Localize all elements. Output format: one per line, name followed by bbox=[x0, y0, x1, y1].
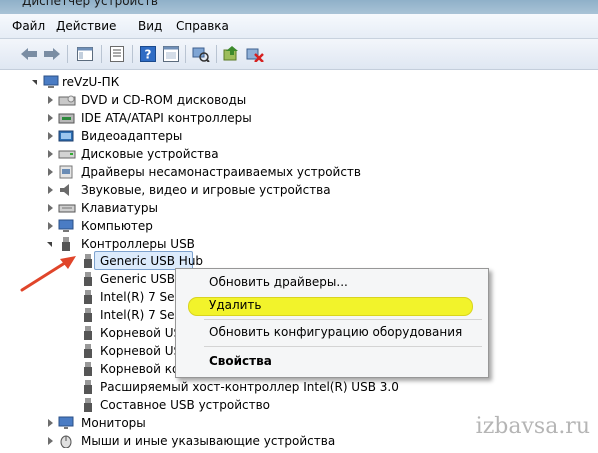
usb-device-label: Расширяемый хост-контроллер Intel(R) USB… bbox=[100, 380, 399, 394]
usb-device[interactable]: Intel(R) 7 Serie bbox=[78, 306, 190, 324]
usb-plug-icon bbox=[60, 237, 76, 251]
uninstall-icon[interactable] bbox=[244, 43, 266, 65]
menu-help[interactable]: Справка bbox=[176, 19, 229, 33]
tree-root-label: reVzU-ПК bbox=[62, 75, 120, 89]
expand-arrow-icon[interactable] bbox=[48, 204, 53, 212]
ctx-update-drivers[interactable]: Обновить драйверы... bbox=[209, 275, 348, 289]
toolbar-separator bbox=[216, 45, 217, 63]
update-driver-icon[interactable] bbox=[221, 43, 243, 65]
tree-item-label: Драйверы несамонастраиваемых устройств bbox=[81, 165, 361, 179]
nonpnp-driver-icon bbox=[58, 165, 74, 179]
computer-icon bbox=[43, 75, 59, 89]
usb-plug-icon bbox=[82, 398, 98, 412]
toolbar-separator bbox=[67, 45, 68, 63]
usb-plug-icon bbox=[82, 308, 98, 322]
tree-item-mice[interactable]: Мыши и иные указывающие устройства bbox=[46, 432, 346, 450]
usb-plug-icon bbox=[82, 380, 98, 394]
device-tree: reVzU-ПК DVD и CD-ROM дисководы IDE ATA/… bbox=[0, 70, 598, 450]
properties-icon[interactable] bbox=[106, 43, 128, 65]
usb-plug-icon bbox=[82, 362, 98, 376]
toolbar-separator bbox=[132, 45, 133, 63]
svg-text:?: ? bbox=[145, 48, 152, 62]
usb-device[interactable]: Generic USB H bbox=[78, 270, 188, 288]
expand-arrow-icon[interactable] bbox=[48, 132, 53, 140]
expand-arrow-icon[interactable] bbox=[48, 168, 53, 176]
usb-plug-icon bbox=[82, 272, 98, 286]
expand-arrow-icon[interactable] bbox=[48, 186, 53, 194]
ctx-delete[interactable]: Удалить bbox=[209, 298, 262, 312]
tree-item-label: Мониторы bbox=[81, 416, 146, 430]
usb-plug-icon bbox=[82, 254, 98, 268]
collapse-arrow-icon[interactable] bbox=[47, 242, 52, 247]
usb-device[interactable]: Расширяемый хост-контроллер Intel(R) USB… bbox=[78, 378, 399, 396]
annotation-arrow-icon bbox=[20, 256, 76, 292]
toolbar-separator bbox=[185, 45, 186, 63]
tree-root[interactable]: reVzU-ПК bbox=[30, 73, 230, 91]
expand-arrow-icon[interactable] bbox=[48, 419, 53, 427]
expand-arrow-icon[interactable] bbox=[48, 96, 53, 104]
tree-item-computer[interactable]: Компьютер bbox=[46, 217, 306, 235]
menu-view[interactable]: Вид bbox=[138, 19, 162, 33]
expand-arrow-icon[interactable] bbox=[48, 114, 53, 122]
tree-item-keyboard[interactable]: Клавиатуры bbox=[46, 199, 306, 217]
window-title-bar: Диспетчер устройств bbox=[0, 0, 598, 14]
console-tree-icon[interactable] bbox=[74, 43, 96, 65]
tree-item-video[interactable]: Видеоадаптеры bbox=[46, 127, 306, 145]
mouse-icon bbox=[58, 434, 74, 449]
menu-bar: Файл Действие Вид Справка bbox=[0, 14, 598, 39]
ctx-update-config[interactable]: Обновить конфигурацию оборудования bbox=[209, 325, 462, 339]
ctx-properties[interactable]: Свойства bbox=[209, 354, 272, 368]
monitor-icon bbox=[58, 416, 74, 430]
tree-item-label: Дисковые устройства bbox=[81, 147, 219, 161]
usb-device[interactable]: Составное USB устройство bbox=[78, 396, 278, 414]
tree-item-ide[interactable]: IDE ATA/ATAPI контроллеры bbox=[46, 109, 306, 127]
context-menu: Обновить драйверы... Удалить Обновить ко… bbox=[175, 268, 489, 378]
collapse-arrow-icon[interactable] bbox=[32, 80, 37, 85]
menu-file[interactable]: Файл bbox=[12, 19, 45, 33]
toolbar: ? bbox=[0, 39, 598, 70]
toolbar-separator bbox=[101, 45, 102, 63]
video-adapter-icon bbox=[58, 129, 74, 143]
usb-plug-icon bbox=[82, 326, 98, 340]
dvd-drive-icon bbox=[58, 93, 76, 107]
tree-item-label: Компьютер bbox=[81, 219, 153, 233]
menu-action[interactable]: Действие bbox=[56, 19, 116, 33]
watermark: izbavsa.ru bbox=[475, 414, 590, 439]
computer-icon bbox=[58, 219, 74, 233]
tree-item-label: DVD и CD-ROM дисководы bbox=[81, 93, 247, 107]
help-icon[interactable]: ? bbox=[137, 43, 159, 65]
usb-plug-icon bbox=[82, 344, 98, 358]
tree-item-disk[interactable]: Дисковые устройства bbox=[46, 145, 306, 163]
tree-item-label: Видеоадаптеры bbox=[81, 129, 183, 143]
back-arrow-icon[interactable] bbox=[18, 43, 40, 65]
window-title: Диспетчер устройств bbox=[22, 0, 159, 8]
speaker-icon bbox=[58, 183, 74, 197]
tree-item-label: IDE ATA/ATAPI контроллеры bbox=[81, 111, 252, 125]
forward-arrow-icon[interactable] bbox=[41, 43, 63, 65]
disk-drive-icon bbox=[58, 147, 76, 161]
usb-device[interactable]: Корневой кон bbox=[78, 360, 187, 378]
tree-item-label: Мыши и иные указывающие устройства bbox=[81, 434, 336, 448]
show-hide-icon[interactable] bbox=[160, 43, 182, 65]
keyboard-icon bbox=[58, 201, 76, 215]
expand-arrow-icon[interactable] bbox=[48, 150, 53, 158]
tree-item-label: Клавиатуры bbox=[81, 201, 158, 215]
usb-device[interactable]: Intel(R) 7 Serie bbox=[78, 288, 190, 306]
tree-item-nonpnp[interactable]: Драйверы несамонастраиваемых устройств bbox=[46, 163, 361, 181]
usb-plug-icon bbox=[82, 290, 98, 304]
tree-item-sound[interactable]: Звуковые, видео и игровые устройства bbox=[46, 181, 346, 199]
usb-device[interactable]: Корневой USB bbox=[78, 324, 189, 342]
tree-item-dvd[interactable]: DVD и CD-ROM дисководы bbox=[46, 91, 306, 109]
ide-controller-icon bbox=[58, 111, 75, 125]
usb-device-label: Составное USB устройство bbox=[100, 398, 271, 412]
scan-hardware-icon[interactable] bbox=[190, 43, 212, 65]
tree-item-monitors[interactable]: Мониторы bbox=[46, 414, 246, 432]
expand-arrow-icon[interactable] bbox=[48, 222, 53, 230]
ctx-separator bbox=[204, 319, 482, 320]
ctx-separator bbox=[204, 346, 482, 347]
usb-device[interactable]: Корневой USB bbox=[78, 342, 189, 360]
expand-arrow-icon[interactable] bbox=[48, 437, 53, 445]
tree-item-label: Звуковые, видео и игровые устройства bbox=[81, 183, 331, 197]
